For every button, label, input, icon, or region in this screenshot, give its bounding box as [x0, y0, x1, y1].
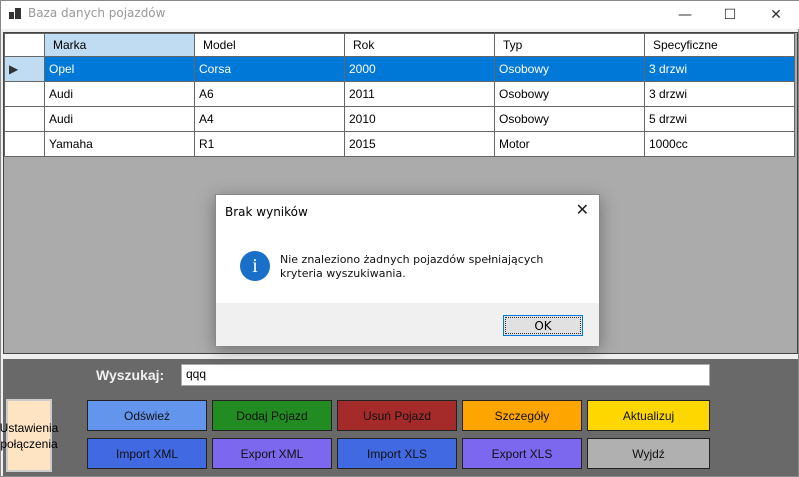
- grid-header: Marka Model Rok Typ Specyficzne: [4, 33, 795, 57]
- update-button[interactable]: Aktualizuj: [587, 400, 710, 431]
- export-xml-button[interactable]: Export XML: [212, 438, 332, 469]
- cell[interactable]: A4: [194, 106, 345, 132]
- no-results-dialog: Brak wyników ✕ i Nie znaleziono żadnych …: [215, 194, 600, 346]
- cell[interactable]: Osobowy: [494, 56, 645, 82]
- table-row[interactable]: Audi A4 2010 Osobowy 5 drzwi: [4, 106, 795, 132]
- row-header[interactable]: [4, 131, 45, 157]
- cell[interactable]: 2010: [344, 106, 495, 132]
- dialog-message: Nie znaleziono żadnych pojazdów spełniaj…: [280, 253, 544, 280]
- import-xls-button[interactable]: Import XLS: [337, 438, 457, 469]
- ok-button[interactable]: OK: [503, 315, 583, 336]
- dialog-close-icon[interactable]: ✕: [576, 200, 589, 219]
- window-title: Baza danych pojazdów: [28, 6, 166, 20]
- connection-settings-button[interactable]: Ustawienia połączenia: [0, 399, 58, 472]
- table-row[interactable]: Audi A6 2011 Osobowy 3 drzwi: [4, 81, 795, 107]
- cell[interactable]: 1000cc: [644, 131, 795, 157]
- cell[interactable]: Audi: [44, 106, 195, 132]
- details-button[interactable]: Szczegóły: [462, 400, 582, 431]
- row-header[interactable]: [4, 81, 45, 107]
- dialog-footer: OK: [216, 303, 599, 346]
- cell[interactable]: Corsa: [194, 56, 345, 82]
- column-header-specyficzne[interactable]: Specyficzne: [644, 33, 795, 57]
- column-header-rok[interactable]: Rok: [344, 33, 495, 57]
- cell[interactable]: 2011: [344, 81, 495, 107]
- add-vehicle-button[interactable]: Dodaj Pojazd: [212, 400, 332, 431]
- row-selector-icon[interactable]: ▶: [4, 56, 45, 82]
- cell[interactable]: 3 drzwi: [644, 81, 795, 107]
- cell[interactable]: 2015: [344, 131, 495, 157]
- import-xml-button[interactable]: Import XML: [87, 438, 207, 469]
- column-header-typ[interactable]: Typ: [494, 33, 645, 57]
- table-row[interactable]: Yamaha R1 2015 Motor 1000cc: [4, 131, 795, 157]
- close-button[interactable]: ✕: [753, 1, 799, 29]
- row-header[interactable]: [4, 106, 45, 132]
- cell[interactable]: A6: [194, 81, 345, 107]
- app-icon: [9, 8, 21, 20]
- minimize-button[interactable]: —: [662, 1, 708, 29]
- title-bar: Baza danych pojazdów — ☐ ✕: [1, 1, 799, 29]
- exit-button[interactable]: Wyjdź: [587, 438, 710, 469]
- cell[interactable]: Yamaha: [44, 131, 195, 157]
- refresh-button[interactable]: Odśwież: [87, 400, 207, 431]
- cell[interactable]: R1: [194, 131, 345, 157]
- search-input[interactable]: qqq: [181, 364, 710, 386]
- cell[interactable]: Osobowy: [494, 81, 645, 107]
- control-panel: Wyszukaj: qqq Ustawienia połączenia Odśw…: [0, 359, 798, 476]
- cell[interactable]: Osobowy: [494, 106, 645, 132]
- search-label: Wyszukaj:: [96, 367, 165, 383]
- cell[interactable]: 5 drzwi: [644, 106, 795, 132]
- delete-vehicle-button[interactable]: Usuń Pojazd: [337, 400, 457, 431]
- cell[interactable]: Motor: [494, 131, 645, 157]
- cell[interactable]: Audi: [44, 81, 195, 107]
- export-xls-button[interactable]: Export XLS: [462, 438, 582, 469]
- cell[interactable]: 3 drzwi: [644, 56, 795, 82]
- table-row[interactable]: ▶ Opel Corsa 2000 Osobowy 3 drzwi: [4, 56, 795, 82]
- column-header-marka[interactable]: Marka: [44, 33, 195, 57]
- cell[interactable]: 2000: [344, 56, 495, 82]
- cell[interactable]: Opel: [44, 56, 195, 82]
- info-icon: i: [240, 251, 270, 281]
- row-header-corner: [4, 33, 45, 57]
- maximize-button[interactable]: ☐: [707, 1, 753, 29]
- column-header-model[interactable]: Model: [194, 33, 345, 57]
- dialog-title: Brak wyników: [225, 205, 308, 219]
